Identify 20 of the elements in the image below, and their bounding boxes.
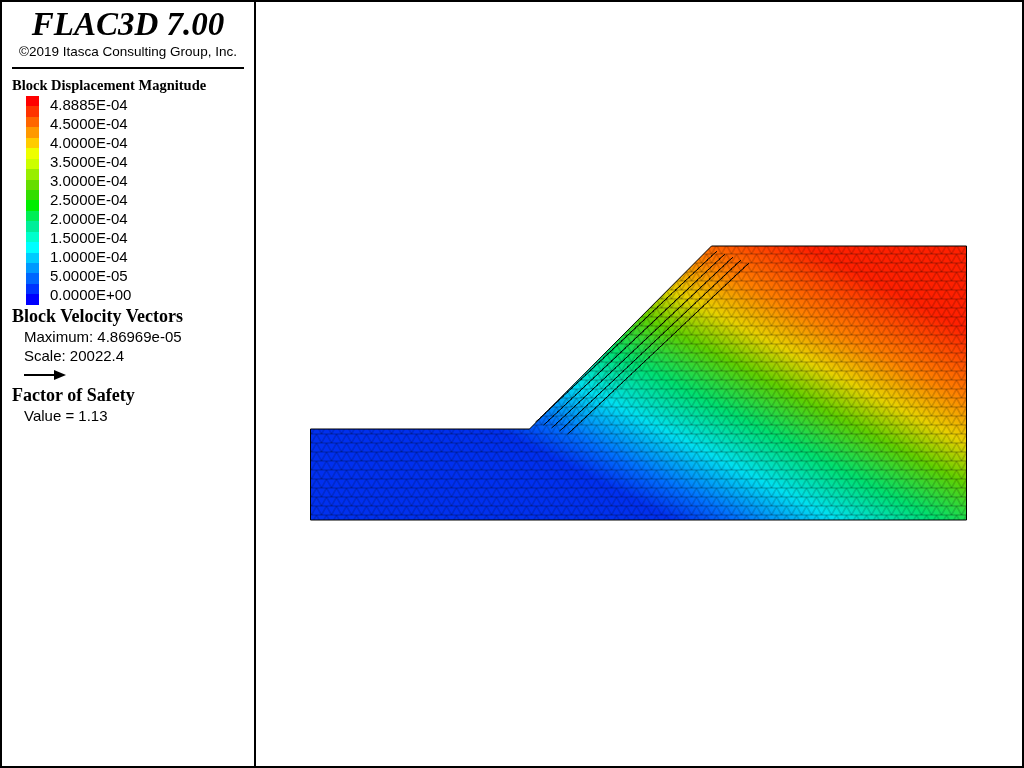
scale-text: Scale: 20022.4 [24, 345, 126, 365]
app-title: FLAC3D 7.00 [30, 6, 226, 42]
legend-value: 2.0000E-04 [50, 209, 129, 228]
legend-value: 4.0000E-04 [50, 133, 129, 152]
legend-value: 2.5000E-04 [50, 190, 129, 209]
legend-value: 1.0000E-04 [50, 247, 129, 266]
maximum-text: Maximum: 4.86969e-05 [24, 326, 183, 346]
safety-value: Value = 1.13 [24, 405, 109, 425]
legend-value: 0.0000E+00 [50, 285, 132, 304]
legend-heading: Factor of Safety [12, 384, 136, 406]
copyright-text: ©2019 Itasca Consulting Group, Inc. [18, 44, 238, 59]
legend-value: 5.0000E-05 [50, 266, 129, 285]
legend-value: 1.5000E-04 [50, 228, 129, 247]
legend-value: 4.5000E-04 [50, 114, 129, 133]
arrow-icon [24, 369, 66, 380]
legend-heading: Block Displacement Magnitude [12, 77, 208, 94]
legend-heading: Block Velocity Vectors [12, 305, 184, 327]
legend-value: 4.8885E-04 [50, 95, 129, 114]
legend-value: 3.5000E-04 [50, 152, 129, 171]
legend-value: 3.0000E-04 [50, 171, 129, 190]
